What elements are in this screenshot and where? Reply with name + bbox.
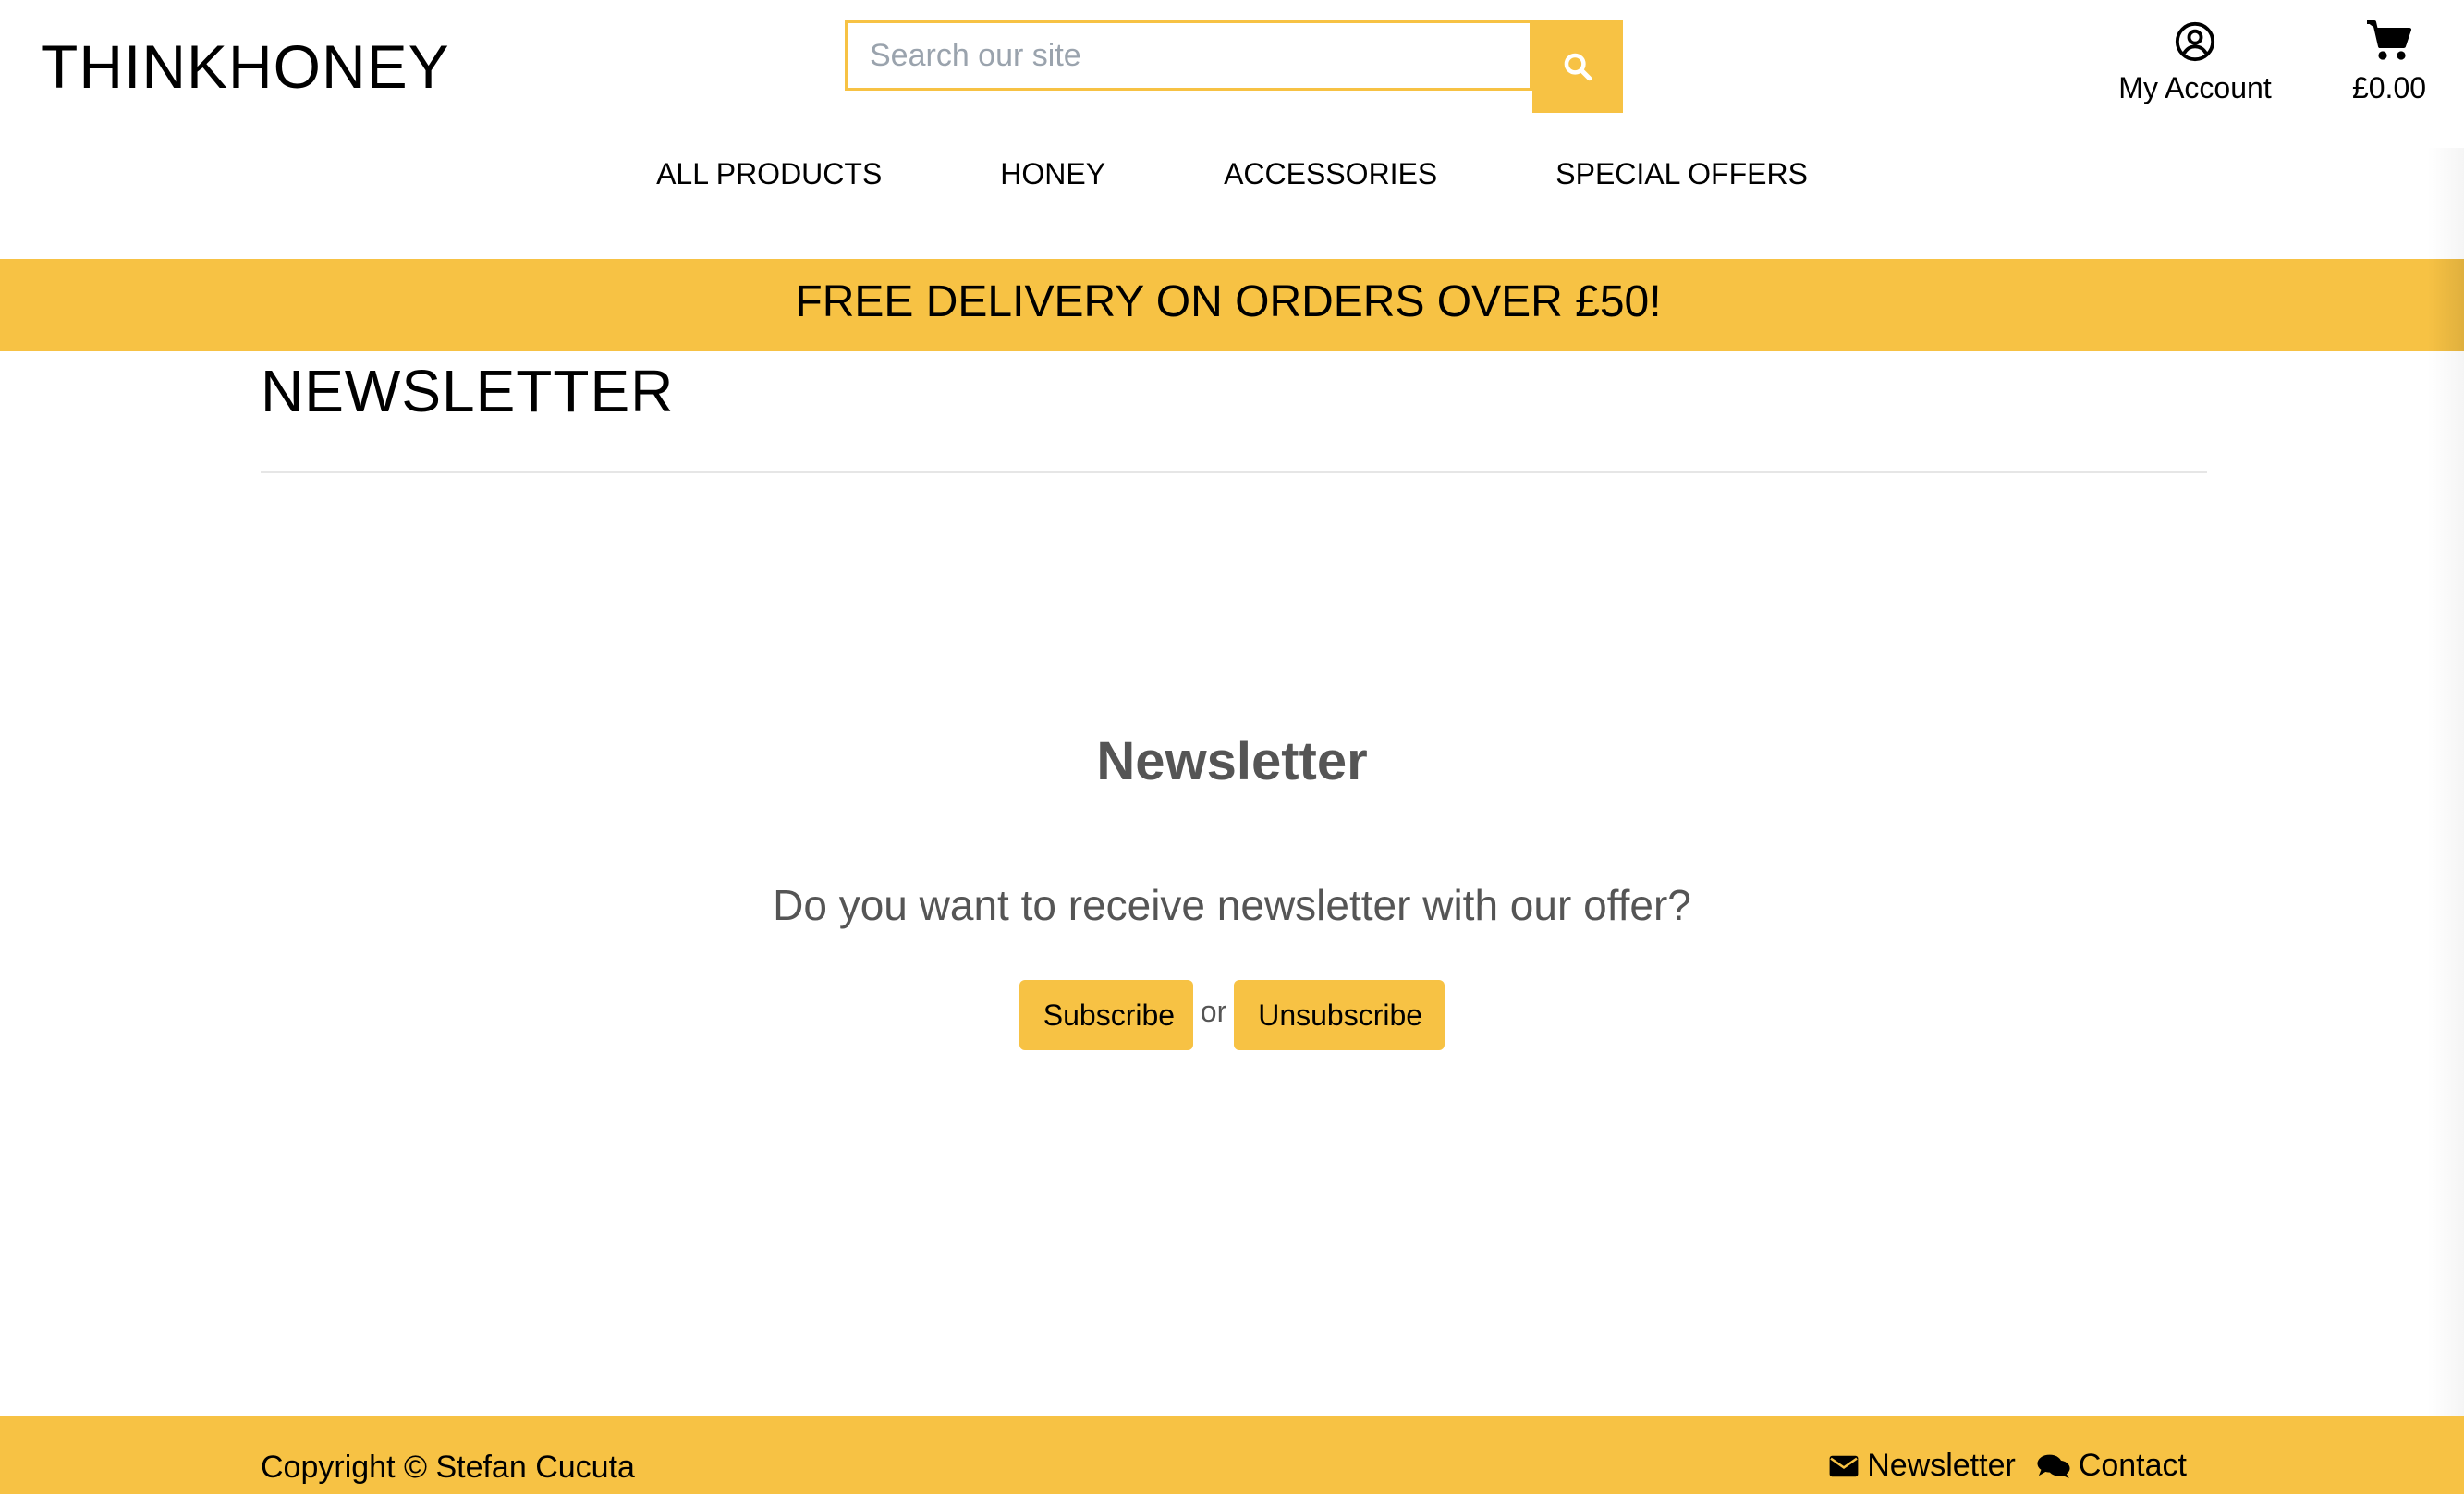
footer-links: Newsletter Contact	[1828, 1448, 2187, 1484]
newsletter-heading: Newsletter	[1096, 731, 1368, 791]
nav-accessories[interactable]: ACCESSORIES	[1224, 157, 1437, 191]
footer-newsletter-label: Newsletter	[1867, 1448, 2016, 1483]
newsletter-prompt: Do you want to receive newsletter with o…	[773, 881, 1691, 929]
footer-newsletter-link[interactable]: Newsletter	[1828, 1448, 2016, 1484]
search-bar	[845, 20, 1623, 113]
nav-special-offers[interactable]: SPECIAL OFFERS	[1555, 157, 1808, 191]
page: THINKHONEY My Account £0.00 ALL PRODUCTS	[0, 0, 2464, 1494]
search-input[interactable]	[845, 20, 1532, 91]
banner-edge-shadow	[2427, 259, 2464, 351]
comments-icon	[2037, 1454, 2070, 1478]
user-circle-icon	[2175, 21, 2215, 62]
search-icon	[1564, 53, 1592, 81]
cart-link[interactable]: £0.00	[2338, 18, 2440, 105]
or-separator: or	[1200, 994, 1227, 1028]
footer: Copyright © Stefan Cucuta Newsletter Con…	[0, 1416, 2464, 1494]
newsletter-actions: Subscribe or Unsubscribe	[0, 980, 2464, 1050]
envelope-icon	[1829, 1455, 1859, 1476]
search-button[interactable]	[1532, 20, 1623, 113]
site-logo[interactable]: THINKHONEY	[41, 31, 450, 102]
footer-contact-link[interactable]: Contact	[2036, 1448, 2187, 1484]
shopping-cart-icon	[2367, 20, 2411, 60]
footer-contact-label: Contact	[2078, 1448, 2187, 1483]
page-title: NEWSLETTER	[261, 358, 675, 424]
copyright-text: Copyright © Stefan Cucuta	[261, 1450, 635, 1485]
unsubscribe-button[interactable]: Unsubscribe	[1234, 980, 1445, 1050]
nav-all-products[interactable]: ALL PRODUCTS	[656, 157, 882, 191]
title-divider	[261, 471, 2207, 473]
delivery-banner: FREE DELIVERY ON ORDERS OVER £50!	[0, 259, 2464, 351]
cart-total: £0.00	[2351, 71, 2427, 104]
subscribe-button[interactable]: Subscribe	[1019, 980, 1193, 1050]
my-account-link[interactable]: My Account	[2107, 20, 2283, 105]
main-nav: ALL PRODUCTS HONEY ACCESSORIES SPECIAL O…	[0, 157, 2464, 191]
delivery-banner-text: FREE DELIVERY ON ORDERS OVER £50!	[795, 276, 1662, 326]
nav-honey[interactable]: HONEY	[1000, 157, 1105, 191]
my-account-label: My Account	[2118, 71, 2272, 104]
